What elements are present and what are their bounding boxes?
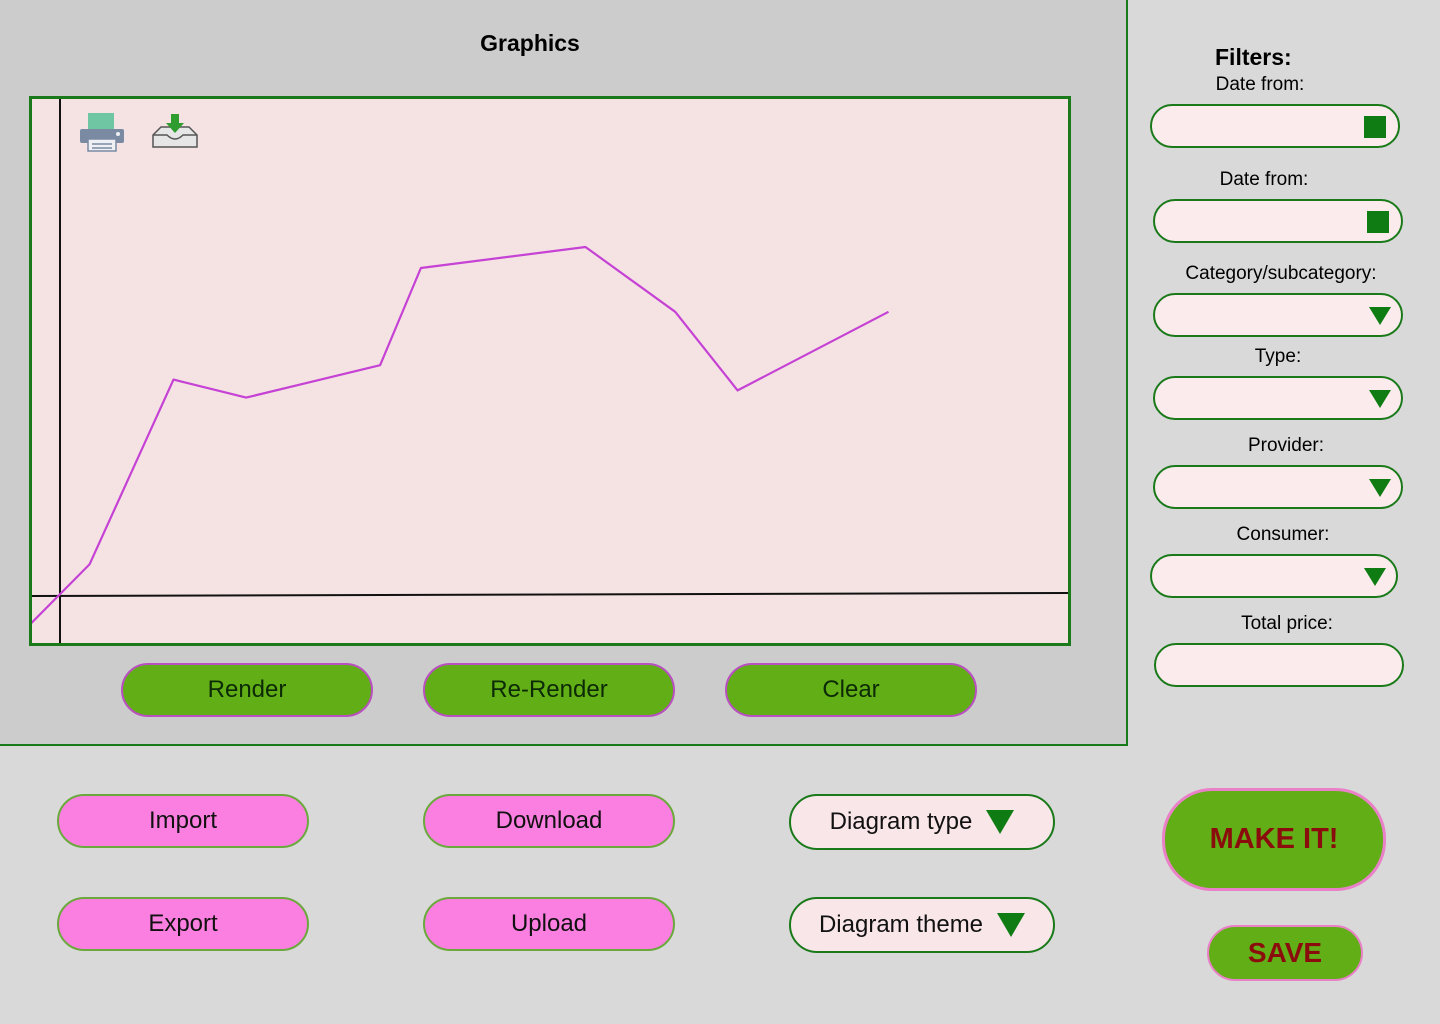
upload-button[interactable]: Upload — [423, 897, 675, 951]
category-label: Category/subcategory: — [1185, 263, 1377, 284]
date-from-label: Date from: — [1215, 74, 1305, 95]
diagram-theme-dropdown[interactable]: Diagram theme — [789, 897, 1055, 953]
date-from-field[interactable] — [1150, 104, 1400, 148]
provider-select[interactable] — [1153, 465, 1403, 509]
chevron-down-icon — [1369, 479, 1391, 497]
category-select[interactable] — [1153, 293, 1403, 337]
chart-area — [29, 96, 1071, 646]
type-label: Type: — [1254, 346, 1302, 367]
chevron-down-icon — [1364, 568, 1386, 586]
chart-x-axis — [32, 592, 1068, 597]
diagram-theme-label: Diagram theme — [818, 911, 984, 938]
type-select[interactable] — [1153, 376, 1403, 420]
re-render-button[interactable]: Re-Render — [423, 663, 675, 717]
consumer-select[interactable] — [1150, 554, 1398, 598]
import-button[interactable]: Import — [57, 794, 309, 848]
diagram-type-dropdown[interactable]: Diagram type — [789, 794, 1055, 850]
render-button[interactable]: Render — [121, 663, 373, 717]
export-button[interactable]: Export — [57, 897, 309, 951]
calendar-icon[interactable] — [1367, 211, 1389, 233]
save-button[interactable]: SAVE — [1207, 925, 1363, 981]
calendar-icon[interactable] — [1364, 116, 1386, 138]
chevron-down-icon — [1369, 390, 1391, 408]
date-from-field-2[interactable] — [1153, 199, 1403, 243]
chart-series-line — [32, 245, 890, 624]
download-tray-icon[interactable] — [151, 113, 199, 153]
download-button[interactable]: Download — [423, 794, 675, 848]
chevron-down-icon — [997, 913, 1026, 937]
chevron-down-icon — [986, 810, 1015, 834]
graphics-title: Graphics — [480, 30, 580, 56]
provider-label: Provider: — [1247, 435, 1325, 456]
printer-icon[interactable] — [78, 113, 126, 153]
consumer-label: Consumer: — [1236, 524, 1330, 545]
diagram-type-label: Diagram type — [829, 808, 973, 835]
filters-title: Filters: — [1215, 44, 1292, 70]
date-from-label-2: Date from: — [1219, 169, 1309, 190]
chevron-down-icon — [1369, 307, 1391, 325]
clear-button[interactable]: Clear — [725, 663, 977, 717]
graphics-panel: Graphics Render Re-Render Clear — [0, 0, 1128, 746]
total-price-label: Total price: — [1241, 613, 1333, 634]
make-it-button[interactable]: MAKE IT! — [1162, 788, 1386, 891]
total-price-field[interactable] — [1154, 643, 1404, 687]
line-chart — [32, 99, 1068, 643]
